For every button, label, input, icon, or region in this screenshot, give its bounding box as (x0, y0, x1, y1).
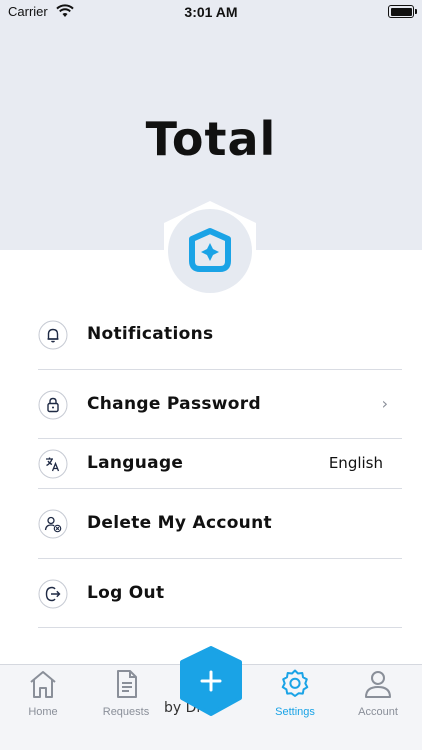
status-bar: Carrier 3:01 AM (0, 0, 422, 24)
menu-item-change-password[interactable]: Change Password › (38, 370, 402, 439)
settings-menu: Notifications Change Password › Language… (38, 300, 402, 628)
menu-item-label: Log Out (87, 583, 165, 603)
lock-icon (38, 390, 68, 420)
tab-account[interactable]: Account (343, 668, 413, 718)
bell-icon (38, 320, 68, 350)
user-remove-icon (38, 509, 68, 539)
tab-label: Settings (275, 706, 315, 718)
chevron-right-icon: › (381, 394, 388, 413)
page-title: Total (145, 112, 277, 166)
menu-item-notifications[interactable]: Notifications (38, 300, 402, 370)
menu-item-log-out[interactable]: Log Out (38, 559, 402, 628)
tab-settings[interactable]: Settings (260, 668, 330, 718)
menu-item-delete-account[interactable]: Delete My Account (38, 489, 402, 559)
translate-icon (38, 449, 68, 479)
tab-label: Requests (102, 706, 150, 718)
clock: 3:01 AM (184, 4, 238, 20)
tab-home[interactable]: Home (8, 668, 78, 718)
tab-label: Account (358, 706, 398, 718)
gear-icon (281, 669, 309, 697)
logout-icon (38, 579, 68, 609)
user-icon (365, 671, 391, 698)
home-icon (30, 671, 56, 698)
menu-item-label: Change Password (87, 394, 261, 414)
battery-icon (388, 5, 417, 18)
menu-item-label: Language (87, 453, 184, 473)
app-logo-icon (164, 201, 256, 297)
tab-label: Home (28, 706, 58, 718)
menu-item-label: Notifications (87, 324, 214, 344)
menu-item-label: Delete My Account (87, 513, 272, 533)
tab-requests[interactable]: Requests (91, 668, 161, 718)
language-value: English (328, 454, 383, 472)
add-request-button[interactable] (176, 646, 246, 716)
menu-item-language[interactable]: Language English (38, 439, 402, 489)
document-icon (117, 670, 137, 698)
